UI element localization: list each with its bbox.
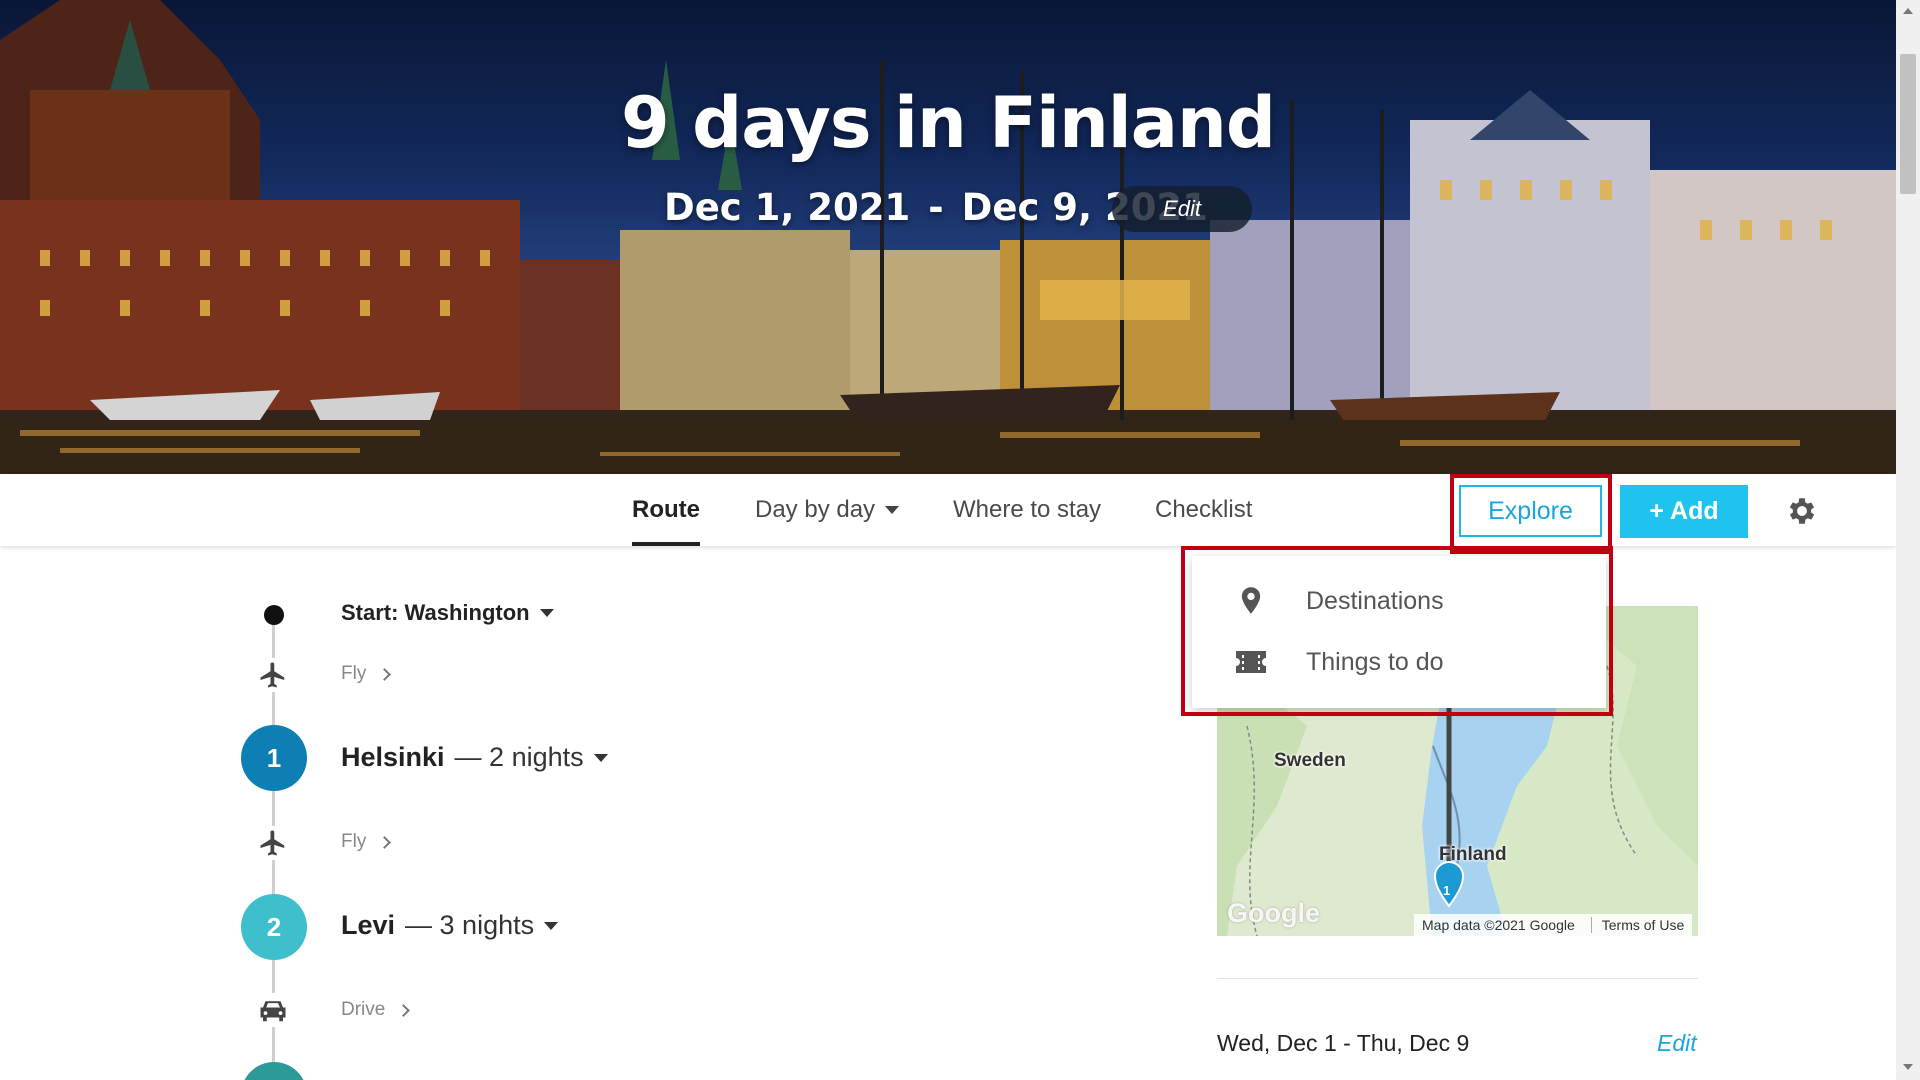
stop-nights: — 3 nights bbox=[405, 910, 535, 940]
hero-photo bbox=[0, 0, 1896, 474]
start-marker bbox=[264, 605, 284, 625]
hero-banner: 9 days in Finland Dec 1, 2021 - Dec 9, 2… bbox=[0, 0, 1896, 474]
leg-mode-label: Drive bbox=[341, 999, 386, 1020]
scrollbar-thumb[interactable] bbox=[1900, 54, 1916, 194]
caret-down-icon bbox=[593, 753, 608, 762]
map-attribution: Map data ©2021 Google Terms of Use bbox=[1414, 914, 1693, 936]
tab-route[interactable]: Route bbox=[632, 474, 700, 546]
map-marker-number: 1 bbox=[1443, 883, 1451, 898]
tab-where-to-stay-label: Where to stay bbox=[953, 496, 1102, 523]
leg-fly-2[interactable]: Fly bbox=[341, 831, 392, 853]
route-start[interactable]: Start: Washington bbox=[341, 600, 554, 626]
edit-date-range-link[interactable]: Edit bbox=[1657, 1030, 1697, 1057]
explore-highlight-box bbox=[1450, 474, 1612, 554]
map-label-finland: Finland bbox=[1439, 844, 1507, 865]
stop-number-badge bbox=[241, 1062, 307, 1080]
tab-checklist[interactable]: Checklist bbox=[1155, 474, 1252, 546]
plane-icon bbox=[256, 826, 290, 860]
leg-mode-label: Fly bbox=[341, 663, 367, 684]
map-label-sweden: Sweden bbox=[1274, 750, 1346, 771]
stop-city: Levi bbox=[341, 910, 396, 940]
scroll-down-arrow-icon[interactable] bbox=[1903, 1064, 1913, 1070]
map-terms-link[interactable]: Terms of Use bbox=[1590, 917, 1684, 933]
car-icon bbox=[256, 993, 290, 1027]
add-button[interactable]: + Add bbox=[1620, 485, 1748, 538]
stop-helsinki[interactable]: Helsinki — 2 nights bbox=[341, 742, 608, 773]
caret-down-icon bbox=[885, 506, 900, 514]
scroll-up-arrow-icon[interactable] bbox=[1903, 8, 1913, 14]
tab-route-label: Route bbox=[632, 496, 700, 523]
chevron-right-icon bbox=[378, 667, 392, 681]
date-separator: - bbox=[928, 186, 944, 229]
chevron-right-icon bbox=[378, 835, 392, 849]
stop-number-badge: 2 bbox=[241, 894, 307, 960]
stop-nights: — 2 nights bbox=[454, 742, 584, 772]
stop-number-badge: 1 bbox=[241, 725, 307, 791]
leg-mode-label: Fly bbox=[341, 831, 367, 852]
leg-fly-1[interactable]: Fly bbox=[341, 663, 392, 685]
stop-levi[interactable]: Levi — 3 nights bbox=[341, 910, 559, 941]
caret-down-icon bbox=[539, 609, 554, 617]
trip-date-range: Wed, Dec 1 - Thu, Dec 9 bbox=[1217, 1030, 1470, 1056]
stop-city: Helsinki bbox=[341, 742, 445, 772]
route-start-label: Start: Washington bbox=[341, 600, 530, 625]
chevron-right-icon bbox=[397, 1003, 411, 1017]
sidebar-divider bbox=[1217, 978, 1698, 979]
leg-drive[interactable]: Drive bbox=[341, 999, 411, 1021]
tab-day-by-day[interactable]: Day by day bbox=[755, 474, 900, 546]
edit-dates-button[interactable]: Edit bbox=[1112, 186, 1252, 232]
trip-start-date: Dec 1, 2021 bbox=[664, 186, 911, 229]
map-data-attribution: Map data ©2021 Google bbox=[1422, 917, 1575, 933]
gear-icon[interactable] bbox=[1785, 494, 1819, 528]
google-logo: Google bbox=[1227, 898, 1320, 928]
dropdown-highlight-box bbox=[1181, 546, 1613, 716]
trip-title: 9 days in Finland bbox=[621, 82, 1276, 164]
tab-checklist-label: Checklist bbox=[1155, 496, 1253, 523]
plane-icon bbox=[256, 658, 290, 692]
caret-down-icon bbox=[544, 921, 559, 930]
tab-day-by-day-label: Day by day bbox=[755, 496, 876, 523]
tab-where-to-stay[interactable]: Where to stay bbox=[953, 474, 1101, 546]
